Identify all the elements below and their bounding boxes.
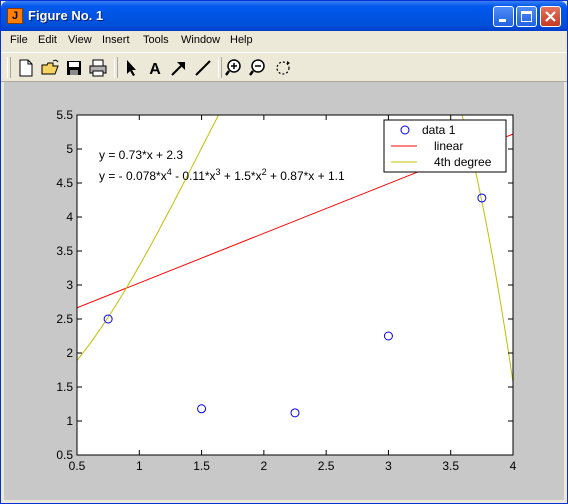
menu-file[interactable]: File <box>10 34 28 46</box>
insert-arrow-button[interactable] <box>168 57 190 79</box>
new-figure-button[interactable] <box>15 57 37 79</box>
menu-bar: File Edit View Insert Tools Window Help <box>1 31 567 51</box>
print-icon <box>89 59 107 77</box>
insert-text-icon: A <box>149 61 161 78</box>
insert-line-icon <box>195 60 211 76</box>
insert-line-button[interactable] <box>192 57 214 79</box>
close-icon <box>545 11 556 22</box>
plot-svg: 0.5 1 1.5 2 2.5 3 3.5 40.511.522.533.544.555.5 … <box>56 108 517 473</box>
x-tick-label: 2.5 <box>318 459 335 473</box>
y-tick-label: 1.5 <box>56 380 73 394</box>
quartic-eq-term-4: + 0.87*x + 1.1 <box>267 169 345 183</box>
linear-equation-label: y = 0.73*x + 2.3 <box>99 148 183 162</box>
menu-view[interactable]: View <box>68 34 92 46</box>
maximize-button[interactable] <box>516 6 537 27</box>
y-tick-label: 3 <box>66 278 73 292</box>
quartic-eq-term-1: y = - 0.078*x <box>99 169 167 183</box>
insert-arrow-icon <box>171 62 185 76</box>
x-tick-label: 3 <box>385 459 392 473</box>
y-tick-label: 1 <box>66 414 73 428</box>
toolbar-grip[interactable] <box>7 57 11 78</box>
toolbar-separator <box>114 57 118 78</box>
save-icon <box>67 61 81 75</box>
y-tick-label: 5 <box>66 142 73 156</box>
quartic-eq-term-2: - 0.11*x <box>172 169 216 183</box>
insert-text-button[interactable]: A <box>144 57 166 79</box>
select-arrow-icon <box>127 60 136 76</box>
menu-edit[interactable]: Edit <box>38 34 57 46</box>
zoom-out-icon <box>249 59 265 76</box>
save-button[interactable] <box>63 57 85 79</box>
legend-label-quartic: 4th degree <box>434 155 492 169</box>
menu-help[interactable]: Help <box>230 34 253 46</box>
menu-tools[interactable]: Tools <box>143 34 169 46</box>
figure-window: J Figure No. 1 File Edit View Insert Too… <box>0 0 568 504</box>
open-folder-icon <box>41 59 59 75</box>
rotate-3d-icon <box>276 61 290 75</box>
close-button[interactable] <box>540 6 561 27</box>
insert-text-glyph: A <box>149 61 161 78</box>
y-tick-label: 2 <box>66 346 73 360</box>
print-button[interactable] <box>87 57 109 79</box>
x-tick-label: 1.5 <box>193 459 210 473</box>
zoom-in-button[interactable] <box>224 57 246 79</box>
open-file-button[interactable] <box>39 57 61 79</box>
legend[interactable]: data 1 linear 4th degree <box>383 119 507 173</box>
edit-plot-button[interactable] <box>120 57 142 79</box>
zoom-out-button[interactable] <box>248 57 270 79</box>
legend-label-linear: linear <box>434 139 463 153</box>
figure-canvas: 0.5 1 1.5 2 2.5 3 3.5 4 0.5 1 1.5 2 2.5 3 3.5 4 4.5 5 5.5 … <box>4 82 564 500</box>
menu-insert[interactable]: Insert <box>102 34 130 46</box>
y-tick-label: 2.5 <box>56 312 73 326</box>
legend-label-data1: data 1 <box>422 123 456 137</box>
y-tick-label: 0.5 <box>56 448 73 462</box>
figure-toolbar: A <box>1 52 567 82</box>
toolbar-separator <box>218 57 222 78</box>
y-tick-label: 4 <box>66 210 73 224</box>
y-tick-label: 5.5 <box>56 108 73 122</box>
matlab-app-icon[interactable]: J <box>7 8 23 24</box>
x-tick-label: 2 <box>261 459 268 473</box>
maximize-icon <box>521 11 532 22</box>
x-tick-label: 1 <box>136 459 143 473</box>
quartic-equation-label: y = - 0.078*x4 - 0.11*x3 + 1.5*x2 + 0.87… <box>99 167 345 183</box>
y-tick-label: 4.5 <box>56 176 73 190</box>
rotate-3d-button[interactable] <box>272 57 294 79</box>
zoom-in-icon <box>225 59 241 76</box>
new-file-icon <box>19 59 33 77</box>
y-tick-label: 3.5 <box>56 244 73 258</box>
menu-window[interactable]: Window <box>181 34 220 46</box>
quartic-eq-term-3: + 1.5*x <box>221 169 262 183</box>
title-bar[interactable]: J Figure No. 1 <box>1 1 567 31</box>
minimize-icon <box>499 19 506 22</box>
minimize-button[interactable] <box>493 6 514 27</box>
x-tick-label: 3.5 <box>442 459 459 473</box>
x-tick-label: 4 <box>510 459 517 473</box>
window-title: Figure No. 1 <box>28 8 104 23</box>
